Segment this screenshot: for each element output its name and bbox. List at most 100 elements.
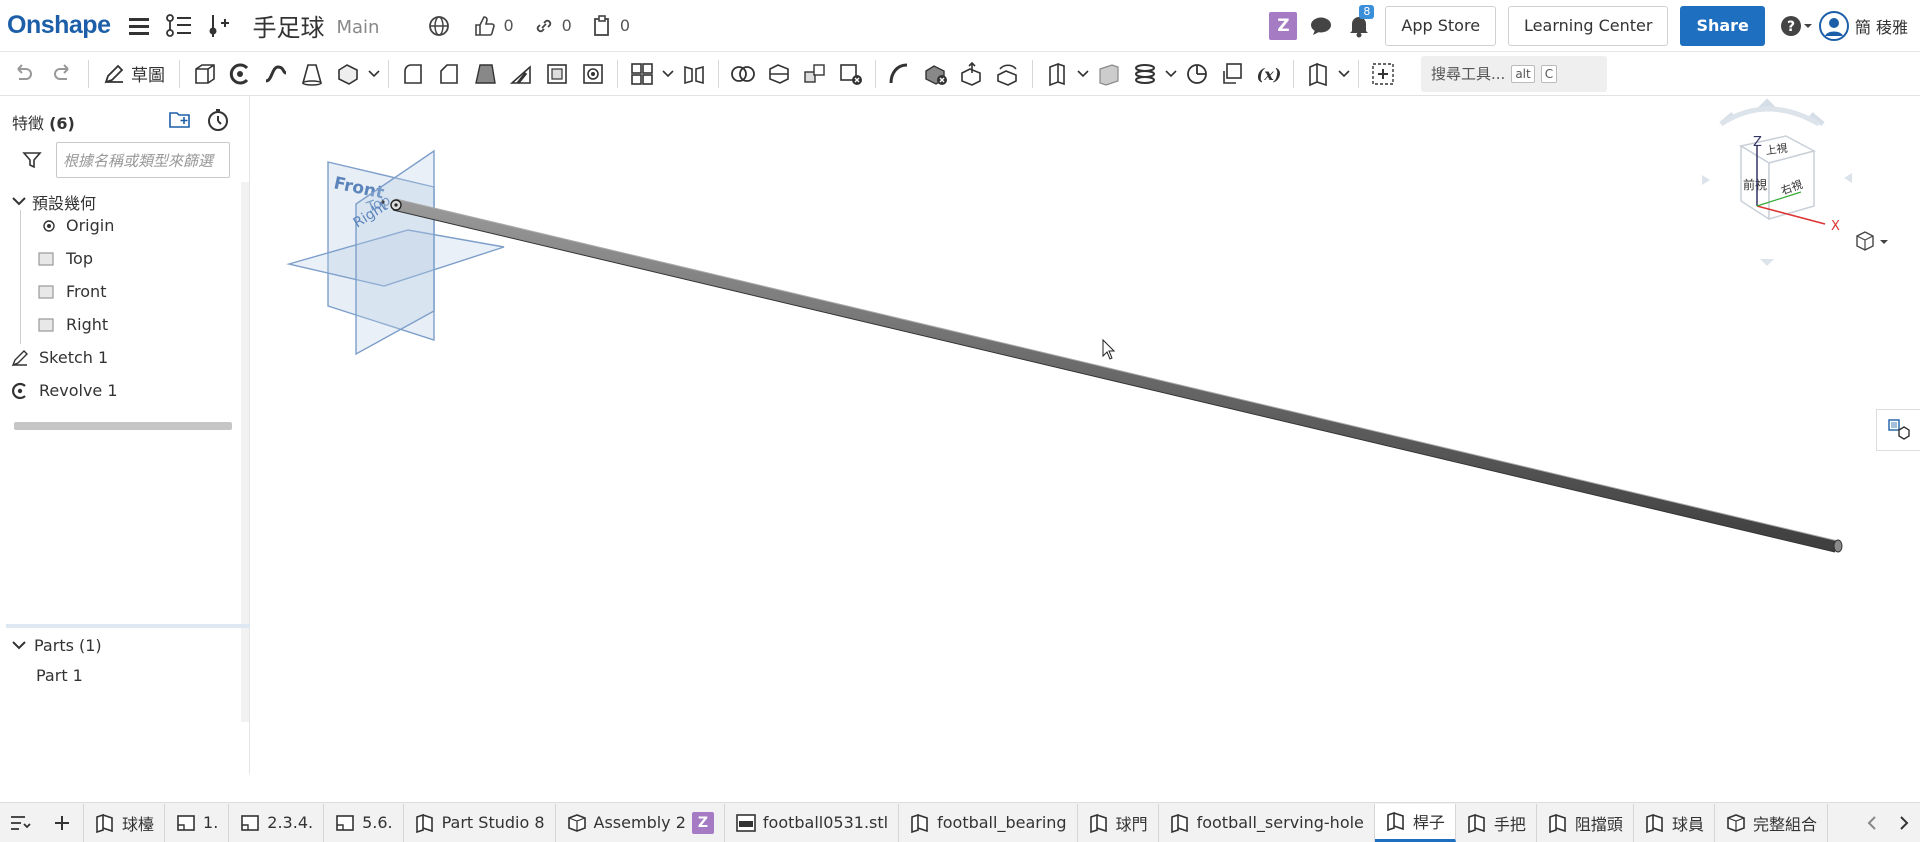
learning-center-button[interactable]: Learning Center: [1508, 5, 1669, 46]
helix-button[interactable]: [1127, 56, 1163, 92]
sweep-button[interactable]: [258, 56, 294, 92]
helix-icon: [1135, 63, 1155, 84]
tab-球員[interactable]: 球員: [1634, 803, 1715, 842]
custom-features-dropdown[interactable]: [1336, 56, 1352, 92]
app-store-button[interactable]: App Store: [1385, 5, 1497, 46]
links-counter[interactable]: 0: [534, 16, 572, 36]
feature-item-sketch-1[interactable]: Sketch 1: [11, 348, 108, 367]
copies-counter[interactable]: 0: [592, 14, 630, 37]
rollback-timer-icon[interactable]: [206, 108, 230, 136]
custom-features-button[interactable]: [1300, 56, 1336, 92]
mirror-button[interactable]: [676, 56, 712, 92]
feature-item-front[interactable]: Front: [38, 282, 106, 301]
add-custom-feature-button[interactable]: [1365, 56, 1401, 92]
notifications-button[interactable]: 8: [1345, 4, 1375, 42]
plane-dropdown[interactable]: [1075, 56, 1091, 92]
pattern-dropdown[interactable]: [660, 56, 676, 92]
sketch-button[interactable]: 草圖: [95, 56, 173, 92]
shell-button[interactable]: [539, 56, 575, 92]
collaborator-badge[interactable]: Z: [1269, 11, 1298, 40]
add-folder-icon[interactable]: [168, 108, 192, 134]
modify-fillet-button[interactable]: [882, 56, 918, 92]
rib-button[interactable]: [503, 56, 539, 92]
feature-item-right[interactable]: Right: [38, 315, 108, 334]
panel-vertical-scrollbar[interactable]: [241, 182, 249, 722]
onshape-logo[interactable]: Onshape: [7, 11, 111, 40]
undo-button[interactable]: [4, 56, 40, 92]
tab-球門[interactable]: 球門: [1078, 803, 1159, 842]
render-options-button[interactable]: [1876, 409, 1920, 451]
draft-button[interactable]: [467, 56, 503, 92]
tab-football-bearing[interactable]: football_bearing: [899, 803, 1078, 842]
parts-folder[interactable]: Parts (1): [12, 636, 102, 655]
feature-list-icon[interactable]: [164, 10, 194, 42]
boolean-button[interactable]: [725, 56, 761, 92]
tab-球檯[interactable]: 球檯: [84, 803, 166, 842]
part-rod[interactable]: [381, 198, 1843, 553]
derived-button[interactable]: [1215, 56, 1251, 92]
redo-button[interactable]: [46, 56, 82, 92]
tab-桿子[interactable]: 桿子: [1374, 803, 1456, 842]
move-face-button[interactable]: [954, 56, 990, 92]
tab-2.3.4[interactable]: 2.3.4.: [229, 803, 325, 842]
fillet-button[interactable]: [395, 56, 431, 92]
delete-face-button[interactable]: [918, 56, 954, 92]
derived-icon: [1223, 62, 1242, 84]
view-options-button[interactable]: [1856, 231, 1888, 251]
helix-dropdown[interactable]: [1163, 56, 1179, 92]
document-title[interactable]: 手足球: [252, 8, 324, 43]
feature-item-top[interactable]: Top: [38, 249, 93, 268]
variable-button[interactable]: (x): [1251, 56, 1287, 92]
transform-button[interactable]: [797, 56, 833, 92]
tab-1[interactable]: 1.: [165, 803, 230, 842]
graphics-viewport[interactable]: Front Top Right 上視 前視 右視 X Z: [251, 96, 1920, 774]
branch-name[interactable]: Main: [336, 17, 379, 38]
tab-football0531-stl[interactable]: football0531.stl: [725, 803, 900, 842]
add-tab-button[interactable]: [40, 803, 84, 842]
scroll-tabs-right[interactable]: [1888, 804, 1920, 842]
comments-icon[interactable]: [1307, 10, 1335, 42]
share-button[interactable]: Share: [1680, 5, 1765, 46]
help-menu[interactable]: ?: [1779, 10, 1813, 42]
default-geometry-folder[interactable]: 預設幾何: [12, 190, 96, 214]
tab-football-serving-hole[interactable]: football_serving-hole: [1159, 803, 1375, 842]
extrude-button[interactable]: [186, 56, 222, 92]
feature-item-revolve-1[interactable]: Revolve 1: [11, 381, 118, 400]
likes-counter[interactable]: 0: [473, 15, 514, 37]
filter-icon[interactable]: [22, 150, 42, 170]
scroll-tabs-left[interactable]: [1856, 804, 1888, 842]
pattern-button[interactable]: [624, 56, 660, 92]
plane-button[interactable]: [1039, 56, 1075, 92]
hole-button[interactable]: [575, 56, 611, 92]
tab-完整組合[interactable]: 完整組合: [1715, 803, 1828, 842]
tab-5.6[interactable]: 5.6.: [324, 803, 404, 842]
tab-manager-button[interactable]: [0, 804, 40, 842]
measure-button[interactable]: [1179, 56, 1215, 92]
view-cube-front[interactable]: 前視: [1743, 177, 1767, 192]
menu-icon[interactable]: [124, 10, 154, 42]
view-cube[interactable]: 上視 前視 右視 X Z: [1702, 98, 1852, 266]
tab-assembly-2[interactable]: Assembly 2 Z: [556, 803, 725, 842]
delete-part-button[interactable]: [833, 56, 869, 92]
loft-button[interactable]: [294, 56, 330, 92]
tab-手把[interactable]: 手把: [1456, 803, 1537, 842]
thicken-button[interactable]: [330, 56, 366, 92]
tab-阻擋頭[interactable]: 阻擋頭: [1537, 803, 1634, 842]
replace-face-button[interactable]: [990, 56, 1026, 92]
feature-item-origin[interactable]: Origin: [42, 216, 114, 235]
tab-part-studio-8[interactable]: Part Studio 8: [404, 803, 556, 842]
user-menu[interactable]: 簡 稜雅: [1818, 10, 1920, 42]
split-button[interactable]: [761, 56, 797, 92]
feature-filter-input[interactable]: 根據名稱或類型來篩選: [56, 142, 230, 178]
panel-splitter[interactable]: [6, 624, 250, 628]
chamfer-button[interactable]: [431, 56, 467, 92]
search-tools-input[interactable]: 搜尋工具... alt C: [1421, 55, 1607, 92]
globe-icon[interactable]: [425, 10, 453, 42]
sheet-metal-button[interactable]: [1091, 56, 1127, 92]
revolve-button[interactable]: [222, 56, 258, 92]
versions-icon[interactable]: [204, 10, 234, 42]
thicken-dropdown[interactable]: [366, 56, 382, 92]
part-item[interactable]: Part 1: [36, 666, 83, 685]
hole-icon: [583, 63, 603, 84]
feature-list-scrollbar[interactable]: [14, 422, 232, 430]
